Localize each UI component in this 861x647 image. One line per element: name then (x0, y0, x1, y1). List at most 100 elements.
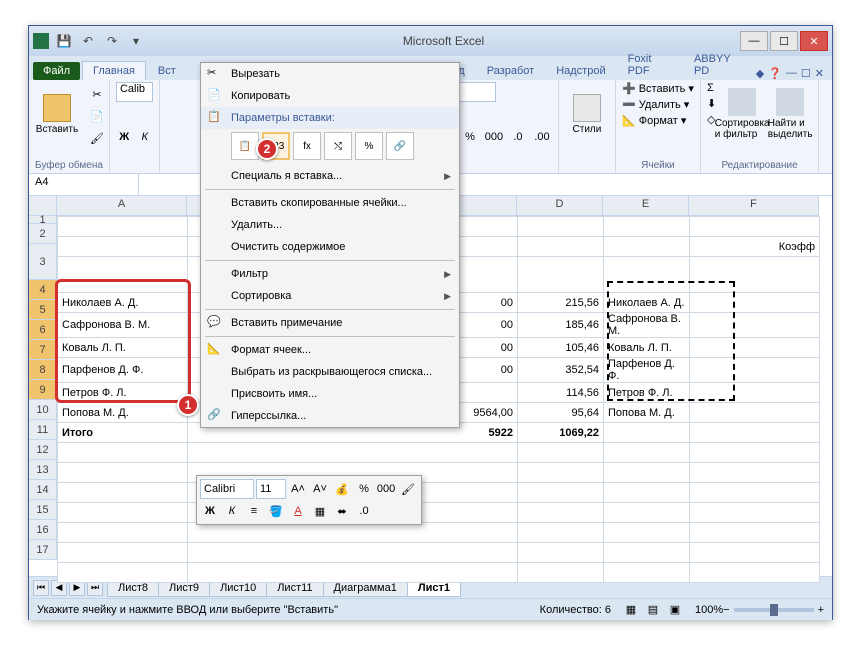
cell[interactable]: Николаев А. Д. (58, 293, 188, 313)
tab-abbyy[interactable]: ABBYY PD (684, 50, 754, 80)
sort-filter-button[interactable]: Сортировка и фильтр (720, 82, 764, 146)
cut-icon[interactable]: ✂ (87, 84, 107, 104)
mini-align-center-icon[interactable]: ≡ (244, 501, 264, 521)
tab-insert[interactable]: Вст (148, 62, 186, 80)
tab-home[interactable]: Главная (82, 61, 146, 80)
format-painter-icon[interactable]: 🖌 (87, 128, 107, 148)
paste-formulas-icon[interactable]: fx (293, 132, 321, 160)
cell-koeff-value[interactable] (690, 257, 820, 293)
maximize-button[interactable]: ☐ (770, 31, 798, 51)
close-button[interactable]: ✕ (800, 31, 828, 51)
cm-delete[interactable]: Удалить... (201, 214, 459, 236)
row-header[interactable]: 7 (29, 340, 57, 360)
row-header[interactable]: 11 (29, 420, 57, 440)
mini-bold-button[interactable]: Ж (200, 501, 220, 521)
autosum-button[interactable]: Σ (707, 82, 716, 94)
cell[interactable]: Петров Ф. Л. (58, 383, 188, 403)
undo-icon[interactable]: ↶ (77, 30, 99, 52)
paste-all-icon[interactable]: 📋 (231, 132, 259, 160)
cm-insert-comment[interactable]: 💬Вставить примечание (201, 312, 459, 334)
cell[interactable]: Коваль Л. П. (58, 338, 188, 358)
ribbon-min-icon[interactable]: — (786, 67, 797, 80)
mini-shrink-font-icon[interactable]: A˅ (310, 479, 330, 499)
cm-format-cells[interactable]: 📐Формат ячеек... (201, 339, 459, 361)
italic-button[interactable]: К (136, 127, 153, 147)
row-header[interactable]: 10 (29, 400, 57, 420)
fill-button[interactable]: ⬇ (707, 97, 716, 110)
row-header[interactable]: 6 (29, 320, 57, 340)
dec-decimal-icon[interactable]: .00 (532, 127, 552, 147)
cell-total-label[interactable]: Итого (58, 423, 188, 443)
help-question-icon[interactable]: ❓ (768, 67, 782, 80)
cm-sort[interactable]: Сортировка▶ (201, 285, 459, 307)
mini-merge-icon[interactable]: ⬌ (332, 501, 352, 521)
cm-clear[interactable]: Очистить содержимое (201, 236, 459, 258)
zoom-out[interactable]: − (723, 604, 729, 616)
row-header[interactable]: 4 (29, 280, 57, 300)
col-header-a[interactable]: A (57, 196, 187, 216)
inc-decimal-icon[interactable]: .0 (508, 127, 528, 147)
cm-cut[interactable]: ✂Вырезать (201, 63, 459, 85)
font-combo[interactable]: Calib (116, 82, 153, 102)
cm-dropdown-pick[interactable]: Выбрать из раскрывающегося списка... (201, 361, 459, 383)
mini-comma-icon[interactable]: 000 (376, 479, 396, 499)
cell[interactable]: Коэфф (690, 237, 820, 257)
mini-decimals-icon[interactable]: .0 (354, 501, 374, 521)
cell-header-bonus[interactable]: Премия, руб (518, 257, 604, 293)
mini-italic-button[interactable]: К (222, 501, 242, 521)
mini-font-color-icon[interactable]: A (288, 501, 308, 521)
delete-cells-button[interactable]: ➖ Удалить ▾ (622, 98, 694, 111)
cell-header-name[interactable]: Имя (58, 257, 188, 293)
qat-dropdown-icon[interactable]: ▾ (125, 30, 147, 52)
comma-icon[interactable]: 000 (484, 127, 504, 147)
row-header[interactable]: 2 (29, 224, 57, 244)
row-header[interactable]: 3 (29, 244, 57, 280)
styles-button[interactable]: Стили (565, 82, 609, 146)
paste-button[interactable]: Вставить (35, 82, 79, 146)
mini-size-combo[interactable] (256, 479, 286, 499)
percent-icon[interactable]: % (460, 127, 480, 147)
insert-cells-button[interactable]: ➕ Вставить ▾ (622, 82, 694, 95)
cm-define-name[interactable]: Присвоить имя... (201, 383, 459, 405)
row-header[interactable]: 15 (29, 500, 57, 520)
name-box[interactable]: A4 (29, 174, 139, 195)
view-layout-icon[interactable]: ▤ (643, 600, 663, 620)
view-normal-icon[interactable]: ▦ (621, 600, 641, 620)
tab-developer[interactable]: Разработ (477, 62, 544, 80)
ribbon-close-icon[interactable]: ✕ (815, 67, 824, 80)
mini-fill-color-icon[interactable]: 🪣 (266, 501, 286, 521)
view-pagebreak-icon[interactable]: ▣ (665, 600, 685, 620)
tab-file[interactable]: Файл (33, 62, 80, 80)
row-header[interactable]: 16 (29, 520, 57, 540)
col-header-f[interactable]: F (689, 196, 819, 216)
paste-link-icon[interactable]: 🔗 (386, 132, 414, 160)
mini-currency-icon[interactable]: 💰 (332, 479, 352, 499)
find-select-button[interactable]: Найти и выделить (768, 82, 812, 146)
bold-button[interactable]: Ж (116, 127, 133, 147)
mini-borders-icon[interactable]: ▦ (310, 501, 330, 521)
minimize-button[interactable]: — (740, 31, 768, 51)
tab-foxit[interactable]: Foxit PDF (618, 50, 682, 80)
mini-format-painter-icon[interactable]: 🖌 (398, 479, 418, 499)
copy-icon[interactable]: 📄 (87, 106, 107, 126)
row-header[interactable]: 8 (29, 360, 57, 380)
row-header[interactable]: 1 (29, 216, 57, 224)
save-icon[interactable]: 💾 (53, 30, 75, 52)
col-header-e[interactable]: E (603, 196, 689, 216)
row-header[interactable]: 17 (29, 540, 57, 560)
row-header[interactable]: 12 (29, 440, 57, 460)
paste-formatting-icon[interactable]: % (355, 132, 383, 160)
cm-insert-copied[interactable]: Вставить скопированные ячейки... (201, 192, 459, 214)
row-header[interactable]: 9 (29, 380, 57, 400)
mini-percent-icon[interactable]: % (354, 479, 374, 499)
col-header-d[interactable]: D (517, 196, 603, 216)
help-icon[interactable]: ◆ (756, 67, 764, 80)
cm-hyperlink[interactable]: 🔗Гиперссылка... (201, 405, 459, 427)
cm-filter[interactable]: Фильтр▶ (201, 263, 459, 285)
row-header[interactable]: 5 (29, 300, 57, 320)
tab-addins[interactable]: Надстрой (546, 62, 615, 80)
row-header[interactable]: 13 (29, 460, 57, 480)
mini-grow-font-icon[interactable]: A˄ (288, 479, 308, 499)
redo-icon[interactable]: ↷ (101, 30, 123, 52)
ribbon-max-icon[interactable]: ☐ (801, 67, 811, 80)
